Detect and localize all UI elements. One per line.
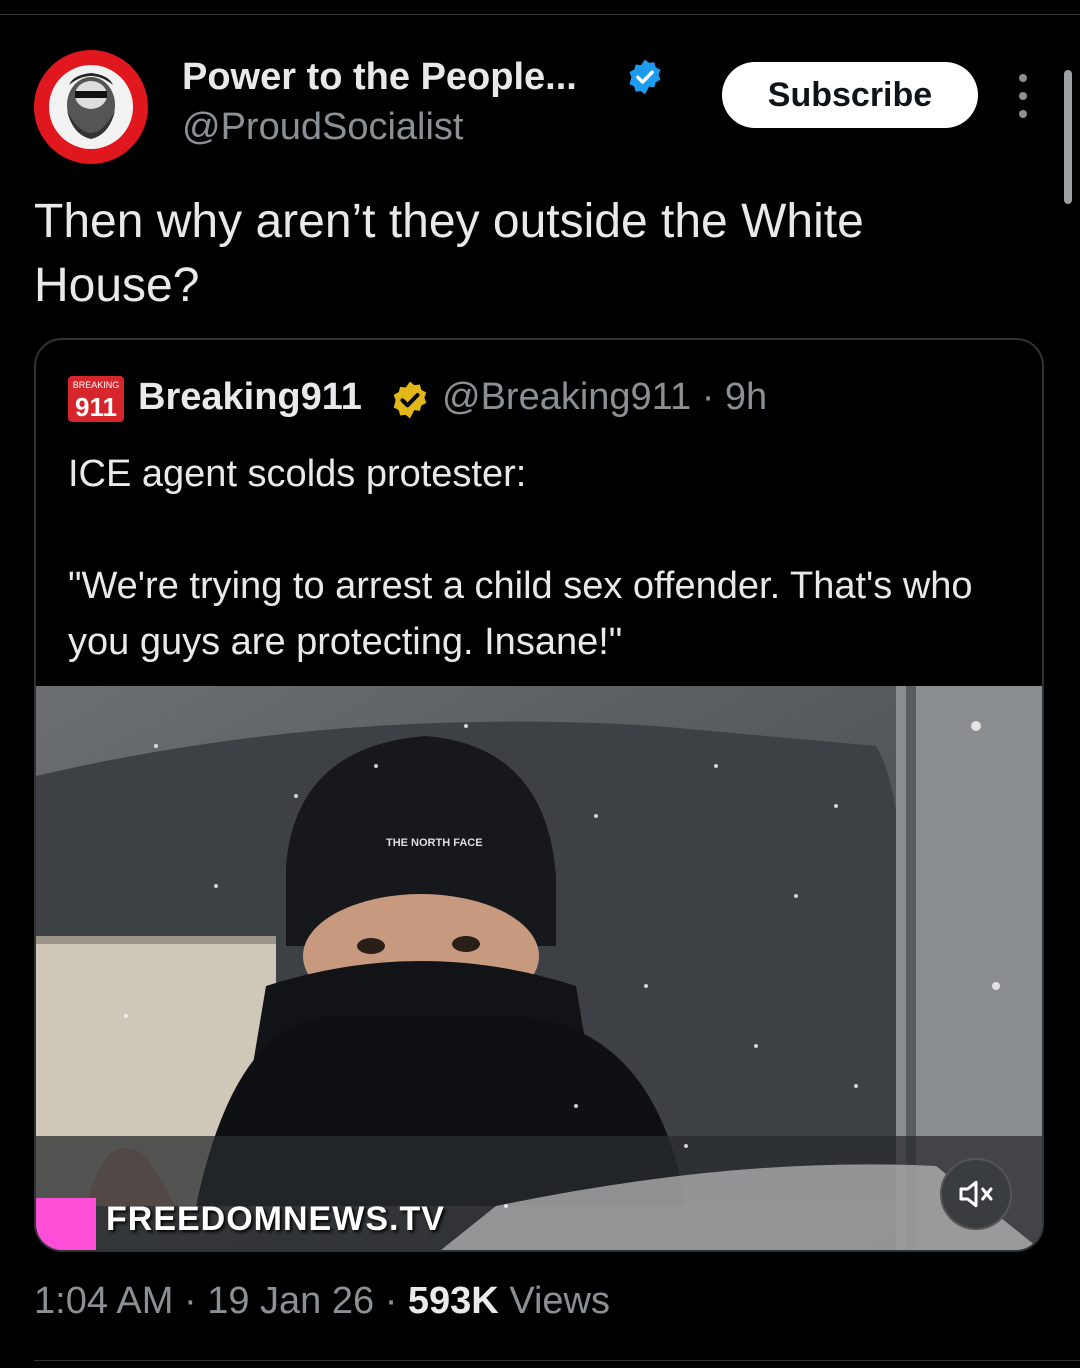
meta-separator: · (384, 1280, 398, 1322)
post-meta: 1:04 AM · 19 Jan 26 · 593K Views (34, 1280, 610, 1323)
logo-text-top: BREAKING (73, 380, 120, 390)
mute-toggle-button[interactable] (940, 1158, 1012, 1230)
post-text: Then why aren’t they outside the White H… (34, 195, 864, 312)
views-label: Views (509, 1280, 610, 1322)
speaker-muted-icon (959, 1180, 993, 1208)
gold-verified-badge-icon (390, 380, 430, 420)
dot (1019, 92, 1027, 100)
breaking911-logo-icon: BREAKING 911 (68, 376, 124, 422)
author-name[interactable]: Power to the People... (182, 56, 577, 99)
logo-text-main: 911 (75, 392, 117, 422)
quoted-post[interactable]: BREAKING 911 Breaking911 @Breaking911 · … (34, 338, 1044, 1252)
video-watermark: FREEDOMNEWS.TV (106, 1200, 445, 1238)
bottom-divider (34, 1360, 1080, 1361)
quoted-handle-time[interactable]: @Breaking911 · 9h (442, 376, 767, 419)
top-divider (0, 14, 1080, 15)
views-count: 593K (407, 1280, 499, 1322)
hat-logo-text: THE NORTH FACE (386, 837, 483, 849)
quoted-author-name[interactable]: Breaking911 (138, 376, 362, 419)
quoted-text: ICE agent scolds protester: "We're tryin… (68, 453, 973, 663)
verified-badge-icon (626, 58, 664, 96)
author-handle[interactable]: @ProudSocialist (182, 106, 463, 149)
more-options-icon[interactable] (1008, 74, 1038, 118)
dot (1019, 110, 1027, 118)
video-player[interactable]: THE NORTH FACE FREEDOMNEWS.TV (36, 686, 1042, 1250)
scrollbar[interactable] (1064, 70, 1072, 204)
meta-separator: · (183, 1280, 197, 1322)
video-frame: THE NORTH FACE (36, 686, 1042, 1250)
post-date[interactable]: 19 Jan 26 (207, 1280, 374, 1322)
subscribe-button[interactable]: Subscribe (722, 62, 978, 128)
dot (1019, 74, 1027, 82)
post-time[interactable]: 1:04 AM (34, 1280, 173, 1322)
watermark-pink-square (36, 1198, 96, 1250)
avatar-portrait (49, 65, 133, 149)
author-avatar[interactable] (34, 50, 148, 164)
